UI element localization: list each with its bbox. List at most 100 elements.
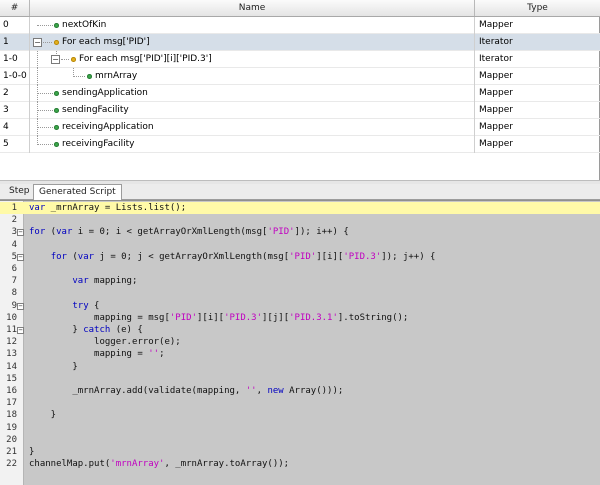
code-line[interactable]: 17 bbox=[0, 397, 600, 409]
line-number: 18 bbox=[6, 410, 17, 421]
code-token: 'PID.3' bbox=[224, 312, 263, 323]
mapper-icon bbox=[54, 108, 59, 113]
table-row[interactable]: 2 sendingApplication Mapper bbox=[0, 85, 600, 102]
code-token: new bbox=[267, 386, 284, 396]
tree-connector bbox=[37, 110, 53, 111]
code-token: , _mrnArray.toArray()); bbox=[164, 459, 290, 470]
code-token: try bbox=[72, 300, 89, 311]
row-type: Mapper bbox=[479, 139, 513, 149]
row-name-cell: sendingFacility bbox=[30, 102, 475, 119]
code-line[interactable]: 3− for (var i = 0; i < getArrayOrXmlLengt… bbox=[0, 226, 600, 238]
column-header-name[interactable]: Name bbox=[30, 0, 475, 16]
code-line[interactable]: 1 var _mrnArray = Lists.list(); bbox=[0, 202, 600, 214]
table-row[interactable]: 1-0 − For each msg['PID'][i]['PID.3'] It… bbox=[0, 51, 600, 68]
code-token: i = 0; i < getArrayOrXmlLength(msg[ bbox=[72, 227, 268, 238]
code-line[interactable]: 11− } catch (e) { bbox=[0, 324, 600, 336]
line-number: 9 bbox=[11, 300, 17, 311]
line-number: 14 bbox=[6, 361, 17, 372]
row-number: 1-0-0 bbox=[0, 68, 30, 85]
code-line[interactable]: 22 channelMap.put('mrnArray', _mrnArray.t… bbox=[0, 458, 600, 470]
code-token: 'PID.3.1' bbox=[289, 312, 338, 323]
table-row[interactable]: 5 receivingFacility Mapper bbox=[0, 136, 600, 153]
line-number: 10 bbox=[6, 312, 17, 323]
fold-toggle-icon[interactable]: − bbox=[17, 302, 24, 310]
column-header-number[interactable]: # bbox=[0, 0, 30, 16]
fold-toggle-icon[interactable]: − bbox=[17, 229, 24, 237]
row-label: nextOfKin bbox=[62, 20, 107, 30]
row-number: 1-0 bbox=[0, 51, 30, 68]
code-line[interactable]: 5− for (var j = 0; j < getArrayOrXmlLeng… bbox=[0, 251, 600, 263]
code-line[interactable]: 18 } bbox=[0, 409, 600, 421]
code-token: } bbox=[29, 325, 84, 335]
code-text: for (var j = 0; j < getArrayOrXmlLength(… bbox=[29, 251, 436, 263]
table-row[interactable]: 0 nextOfKin Mapper bbox=[0, 17, 600, 34]
code-token: var bbox=[56, 227, 73, 238]
code-token: logger.error(e); bbox=[29, 337, 181, 348]
code-line[interactable]: 13 mapping = ''; bbox=[0, 348, 600, 360]
code-token: 'mrnArray' bbox=[110, 459, 165, 470]
code-token: Array())); bbox=[283, 386, 344, 396]
row-label: sendingFacility bbox=[62, 105, 129, 115]
code-text: channelMap.put('mrnArray', _mrnArray.toA… bbox=[29, 458, 289, 470]
tree-connector bbox=[43, 42, 52, 43]
row-type: Mapper bbox=[479, 105, 513, 115]
code-token: var bbox=[29, 203, 46, 213]
code-line[interactable]: 19 bbox=[0, 422, 600, 434]
code-token: j = 0; j < getArrayOrXmlLength(msg[ bbox=[94, 251, 290, 262]
tree-connector bbox=[61, 59, 69, 60]
row-name-cell: receivingApplication bbox=[30, 119, 475, 136]
row-number: 3 bbox=[0, 102, 30, 119]
tree-connector bbox=[37, 68, 38, 85]
table-row-selected[interactable]: 1 − For each msg['PID'] Iterator bbox=[0, 34, 600, 51]
row-name-cell: nextOfKin bbox=[30, 17, 475, 34]
code-token: '' bbox=[245, 386, 257, 396]
tree-connector bbox=[37, 51, 38, 68]
code-token: } bbox=[29, 447, 35, 457]
mapper-icon bbox=[87, 74, 92, 79]
code-token: _mrnArray.add(validate(mapping, bbox=[29, 386, 246, 396]
code-token: 'PID' bbox=[289, 251, 317, 262]
code-editor[interactable]: 1 var _mrnArray = Lists.list(); 2 3− for (va… bbox=[0, 200, 600, 485]
mapper-icon bbox=[54, 142, 59, 147]
code-line[interactable]: 2 bbox=[0, 214, 600, 226]
code-line[interactable]: 8 bbox=[0, 287, 600, 299]
code-line[interactable]: 21} bbox=[0, 446, 600, 458]
line-number: 17 bbox=[6, 398, 17, 409]
row-type: Iterator bbox=[479, 37, 513, 47]
code-line[interactable]: 4 bbox=[0, 239, 600, 251]
table-row[interactable]: 4 receivingApplication Mapper bbox=[0, 119, 600, 136]
row-type: Mapper bbox=[479, 88, 513, 98]
column-header-type[interactable]: Type bbox=[475, 0, 600, 16]
code-line[interactable]: 20 bbox=[0, 434, 600, 446]
fold-toggle-icon[interactable]: − bbox=[17, 253, 24, 261]
line-number: 20 bbox=[6, 434, 17, 445]
code-line[interactable]: 7 var mapping; bbox=[0, 275, 600, 287]
code-line[interactable]: 9− try { bbox=[0, 300, 600, 312]
row-name-cell: − For each msg['PID'][i]['PID.3'] bbox=[30, 51, 475, 68]
code-line[interactable]: 10 mapping = msg['PID'][i]['PID.3'][j]['… bbox=[0, 312, 600, 324]
fold-toggle-icon[interactable]: − bbox=[17, 327, 24, 334]
code-line[interactable]: 15 bbox=[0, 373, 600, 385]
line-number: 3 bbox=[11, 227, 17, 238]
code-text: } bbox=[29, 446, 34, 458]
code-line[interactable]: 6 bbox=[0, 263, 600, 275]
code-line[interactable]: 14 } bbox=[0, 361, 600, 373]
code-text: try { bbox=[29, 300, 99, 312]
code-line[interactable]: 16 _mrnArray.add(validate(mapping, '', n… bbox=[0, 385, 600, 397]
collapse-toggle-icon[interactable]: − bbox=[51, 55, 60, 64]
table-row[interactable]: 1-0-0 mrnArray Mapper bbox=[0, 68, 600, 85]
code-token: 'PID.3' bbox=[343, 251, 382, 262]
tab-generated-script[interactable]: Generated Script bbox=[33, 184, 122, 201]
row-label: mrnArray bbox=[95, 71, 138, 81]
line-number: 8 bbox=[11, 288, 17, 299]
collapse-toggle-icon[interactable]: − bbox=[33, 38, 42, 47]
code-line[interactable]: 12 logger.error(e); bbox=[0, 336, 600, 348]
code-token: ]); i++) { bbox=[294, 227, 349, 238]
line-number: 22 bbox=[6, 459, 17, 470]
table-row[interactable]: 3 sendingFacility Mapper bbox=[0, 102, 600, 119]
mapper-icon bbox=[54, 125, 59, 130]
row-type: Iterator bbox=[479, 54, 513, 64]
row-type: Mapper bbox=[479, 20, 513, 30]
tab-step[interactable]: Step bbox=[4, 184, 35, 200]
